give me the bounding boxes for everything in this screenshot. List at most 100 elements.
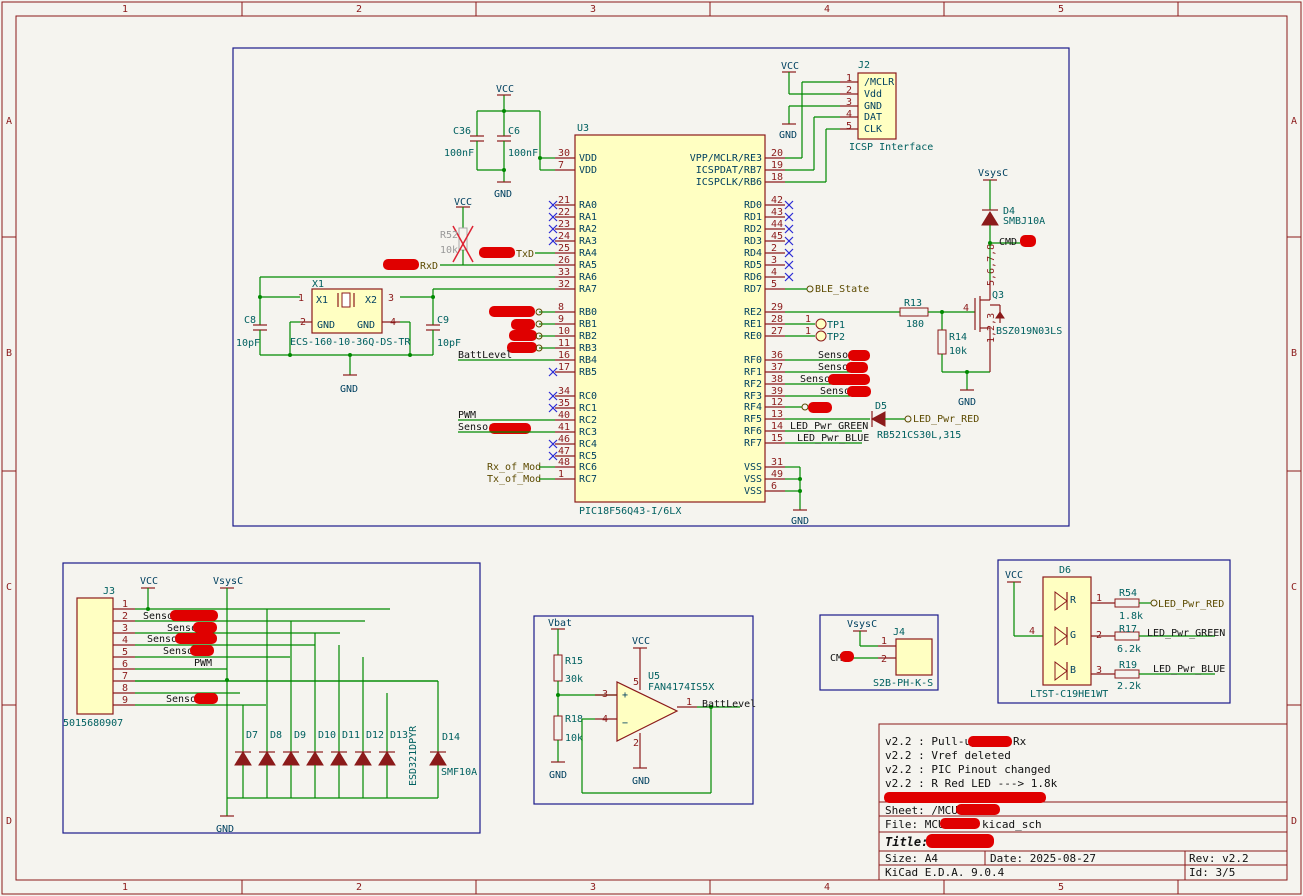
mcu-pin-number: 23 [558, 219, 570, 230]
zone-col-3-bottom: 3 [590, 882, 596, 893]
j2-pin-dat: DAT [864, 112, 882, 123]
pwm-label-mcu: PWM [458, 410, 476, 421]
tp1-label: TP1 [827, 320, 845, 331]
esd-diode-d7: D7 [234, 705, 258, 798]
mcu-pin-name: RD6 [744, 272, 762, 283]
c36-value: 100nF [444, 148, 474, 159]
schematic-sheet: 1 2 3 4 5 1 2 3 4 5 A B C D A B C D U3 P… [1, 1, 1302, 895]
zone-col-4-bottom: 4 [824, 882, 830, 893]
gnd-label-j3: GND [216, 824, 234, 835]
svg-text:2: 2 [1096, 630, 1102, 641]
d5-ref: D5 [875, 401, 887, 412]
zone-row-d-left: D [6, 816, 12, 827]
ble-state-label: BLE_State [815, 284, 869, 295]
zone-row-b-left: B [6, 348, 12, 359]
mcu-pin-name: RD1 [744, 212, 762, 223]
esd-diode-d13: D13 [378, 693, 408, 798]
mcu-pin-name: RE1 [744, 319, 762, 330]
led-green-label-d6: LED_Pwr_GREEN [1147, 628, 1225, 639]
battlevel-label: BattLevel [458, 350, 512, 361]
mcu-pin-name: VSS [744, 486, 762, 497]
zone-row-b-right: B [1291, 348, 1297, 359]
j2-ref: J2 [858, 60, 870, 71]
txd-label: TxD [516, 249, 534, 260]
mcu-pin-name: RA2 [579, 224, 597, 235]
vcc-label-d6: VCC [1005, 570, 1023, 581]
esd-diode-ref: D13 [390, 730, 408, 741]
c6-value: 100nF [508, 148, 538, 159]
led-blue-label-mcu: LED_Pwr_BLUE [797, 433, 869, 444]
mcu-pin-number: 7 [558, 160, 564, 171]
vbat-label: Vbat [548, 618, 572, 629]
battlevel-label-u5: BattLevel [702, 699, 756, 710]
j4-ref: J4 [893, 627, 905, 638]
mcu-pin-number: 13 [771, 409, 783, 420]
mcu-pin-name: RF1 [744, 367, 762, 378]
svg-text:5: 5 [846, 121, 852, 132]
mcu-pin-name: RD0 [744, 200, 762, 211]
mcu-pin-name: RF6 [744, 426, 762, 437]
j2-pin-mclr: /MCLR [864, 77, 895, 88]
esd-diode-ref: D12 [366, 730, 384, 741]
svg-text:2: 2 [881, 654, 887, 665]
rev-field: Rev: v2.2 [1189, 852, 1249, 865]
mcu-pin-number: 24 [558, 231, 570, 242]
mcu-pin-number: 26 [558, 255, 570, 266]
mcu-pin-number: 30 [558, 148, 570, 159]
mcu-u3[interactable]: U3 PIC18F56Q43-I/6LX 30 VDD7 VDD21 RA022 RA1… [548, 123, 794, 517]
d6-pin-r: R [1070, 595, 1077, 606]
mcu-pin-number: 14 [771, 421, 783, 432]
battery-sense-u5[interactable]: Vbat R15 30k R18 10k GND 34 +− 1 BattLev… [548, 618, 756, 794]
r52-value: 10k [440, 245, 458, 256]
j3-pin-number: 7 [122, 671, 128, 682]
led-green-label-mcu: LED_Pwr_GREEN [790, 421, 868, 432]
mcu-pin-name: RC6 [579, 462, 597, 473]
cmd-connector-j4[interactable]: VsysC CMD 12 J4 S2B-PH-K-S [830, 619, 933, 689]
mcu-pin-name: RF4 [744, 402, 762, 413]
vsysc-label-j3: VsysC [213, 576, 243, 587]
c8-value: 10pF [236, 338, 260, 349]
mcu-pin-number: 42 [771, 195, 783, 206]
svg-text:4: 4 [963, 303, 969, 314]
mcu-pin-name: RA7 [579, 284, 597, 295]
mcu-pin-name: RF2 [744, 379, 762, 390]
mcu-pin-number: 3 [771, 255, 777, 266]
mcu-pin-name: RD3 [744, 236, 762, 247]
title-block: v2.2 : Pull-up Rx v2.2 : Vref deleted v2… [878, 723, 1288, 881]
esd-diode-ref: D11 [342, 730, 360, 741]
rxd-label: RxD [420, 261, 438, 272]
r17-value: 6.2k [1117, 644, 1141, 655]
j3-pin-number: 4 [122, 635, 128, 646]
d6-pin-b: B [1070, 665, 1076, 676]
mcu-pin-name: RF3 [744, 391, 762, 402]
svg-text:1: 1 [686, 697, 692, 708]
c8-ref: C8 [244, 315, 256, 326]
uart-labels: TxD RxD [383, 247, 555, 272]
esd-diode-d12: D12 [354, 657, 384, 798]
c36-ref: C36 [453, 126, 471, 137]
redaction-txd-prefix [479, 247, 515, 258]
mcu-pin-name: RE0 [744, 331, 762, 342]
mcu-pin-number: 38 [771, 374, 783, 385]
r15-ref: R15 [565, 656, 583, 667]
zone-row-d-right: D [1291, 816, 1297, 827]
zone-col-5-bottom: 5 [1058, 882, 1064, 893]
icsp-connector-j2[interactable]: J2 ICSP Interface /MCLR Vdd GND DAT CLK … [779, 60, 933, 183]
c6-ref: C6 [508, 126, 520, 137]
mcu-pin-name: RD7 [744, 284, 762, 295]
sensor-connector-j3[interactable]: J3 5015680907 123456789 VCC VsysC Sensor… [63, 576, 477, 835]
mcu-pin-name: RA5 [579, 260, 597, 271]
rgb-led-d6[interactable]: VCC 4 D6 LTST-C19HE1WT R G B 1 2 3 R54 1.8… [1005, 565, 1225, 700]
svg-text:−: − [622, 718, 628, 729]
vcc-label-caps: VCC [496, 84, 514, 95]
mcu-pin-number: 22 [558, 207, 570, 218]
mcu-pin-number: 21 [558, 195, 570, 206]
gnd-label-u5: GND [632, 776, 650, 787]
mcu-pin-name: ICSPDAT/RB7 [696, 165, 762, 176]
r13-value: 180 [906, 319, 924, 330]
mcu-pin-number: 17 [558, 362, 570, 373]
size-field: Size: A4 [885, 852, 938, 865]
zone-col-1-top: 1 [122, 4, 128, 15]
mcu-pin-name: RA1 [579, 212, 597, 223]
revision-3: v2.2 : PIC Pinout changed [885, 763, 1051, 776]
